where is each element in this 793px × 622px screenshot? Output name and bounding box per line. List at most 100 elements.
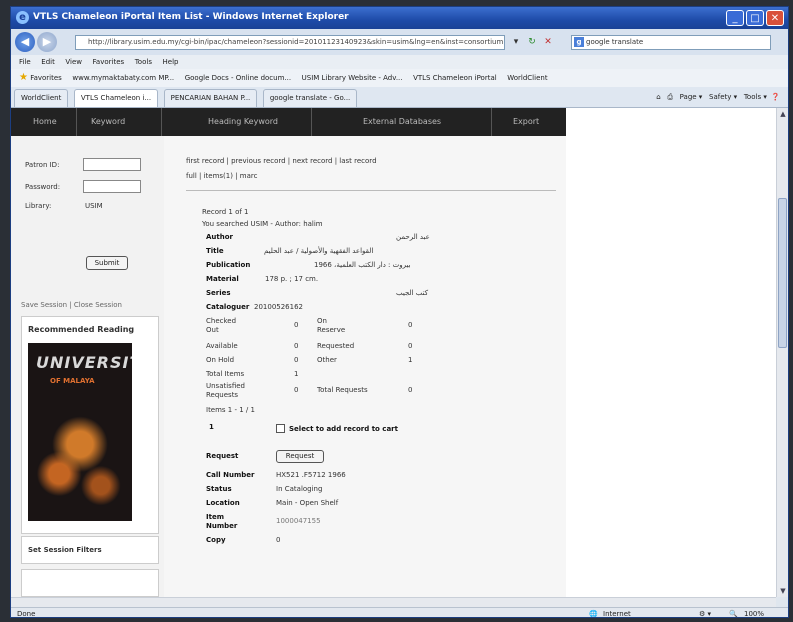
session-links[interactable]: Save Session | Close Session (21, 301, 122, 309)
address-toolbar: ◀ ▶ http://library.usim.edu.my/cgi-bin/i… (11, 29, 788, 56)
scroll-down-icon[interactable]: ▼ (777, 585, 788, 597)
favorites-button[interactable]: ★ Favorites (19, 69, 62, 87)
scroll-up-icon[interactable]: ▲ (777, 108, 788, 120)
protected-mode-icon[interactable]: ⚙ ▾ (699, 608, 711, 617)
password-input[interactable] (83, 180, 141, 193)
status-text: Done (17, 610, 36, 618)
title-label: Title (206, 247, 224, 255)
tab-pencarian-bahan[interactable]: PENCARIAN BAHAN P... (163, 89, 258, 107)
nav-divider (161, 108, 162, 136)
on-reserve-value: 0 (408, 321, 413, 329)
menu-file[interactable]: File (19, 55, 31, 69)
sidebar-panel (21, 569, 159, 597)
dropdown-arrow-icon[interactable]: ▾ (509, 35, 523, 49)
globe-icon: 🌐 (589, 610, 598, 618)
close-button[interactable]: ✕ (766, 10, 784, 26)
scroll-thumb[interactable] (778, 198, 787, 348)
zone-text: Internet (603, 610, 631, 618)
nav-divider (311, 108, 312, 136)
item-number-value[interactable]: 1000047155 (276, 517, 321, 525)
tab-worldclient[interactable]: WorldClient (14, 89, 69, 107)
favorite-link-worldclient[interactable]: WorldClient (507, 69, 547, 87)
unsatisfied-requests-label: Unsatisfied Requests (206, 382, 245, 399)
record-view-links[interactable]: full | items(1) | marc (186, 172, 257, 180)
window-title: VTLS Chameleon iPortal Item List - Windo… (33, 12, 349, 22)
copy-value: 0 (276, 536, 281, 544)
menu-view[interactable]: View (65, 55, 82, 69)
maximize-button[interactable]: □ (746, 10, 764, 26)
total-requests-value: 0 (408, 386, 413, 394)
favorite-link-google-docs[interactable]: Google Docs - Online docum... (185, 69, 291, 87)
menu-favorites[interactable]: Favorites (93, 55, 125, 69)
address-input[interactable]: http://library.usim.edu.my/cgi-bin/ipac/… (75, 35, 505, 50)
search-input[interactable]: g google translate (571, 35, 771, 50)
checked-out-label: Checked Out (206, 317, 237, 334)
forward-arrow-icon[interactable]: ▶ (37, 32, 57, 52)
request-button[interactable]: Request (276, 450, 324, 463)
print-icon[interactable]: ⎙ (667, 93, 673, 101)
call-number-label: Call Number (206, 471, 255, 479)
nav-home[interactable]: Home (33, 117, 57, 126)
tab-google-translate[interactable]: google translate - Go... (262, 89, 358, 107)
password-label: Password: (25, 183, 61, 191)
nav-external-databases[interactable]: External Databases (363, 117, 441, 126)
record-panel: first record | previous record | next re… (164, 136, 566, 597)
requested-label: Requested (317, 342, 355, 350)
page-content: Home Keyword Heading Keyword External Da… (11, 108, 776, 597)
status-bar: Done 🌐 Internet ⚙ ▾ 🔍 100% (11, 607, 788, 618)
book-cover-art (28, 403, 132, 521)
back-arrow-icon[interactable]: ◀ (15, 32, 35, 52)
copy-label: Copy (206, 536, 226, 544)
nav-divider (76, 108, 77, 136)
title-value: القواعد الفقهية والأصولية / عبد الحليم (264, 247, 374, 255)
refresh-icon[interactable]: ↻ (525, 35, 539, 49)
vertical-scrollbar[interactable]: ▲ ▼ (776, 108, 788, 597)
site-nav: Home Keyword Heading Keyword External Da… (11, 108, 566, 136)
browser-window: e VTLS Chameleon iPortal Item List - Win… (10, 6, 789, 618)
minimize-button[interactable]: _ (726, 10, 744, 26)
favorites-bar: ★ Favorites www.mymaktabaty.com MP... Go… (11, 69, 788, 88)
publication-label: Publication (206, 261, 251, 269)
favorite-link-mymaktabaty[interactable]: www.mymaktabaty.com MP... (72, 69, 174, 87)
other-value: 1 (408, 356, 413, 364)
nav-export[interactable]: Export (513, 117, 539, 126)
session-filters-title[interactable]: Set Session Filters (28, 546, 102, 554)
menu-help[interactable]: Help (163, 55, 179, 69)
help-icon[interactable]: ❓ (771, 93, 780, 101)
nav-divider (491, 108, 492, 136)
library-value: USIM (85, 202, 103, 210)
menu-tools[interactable]: Tools (135, 55, 152, 69)
nav-heading-keyword[interactable]: Heading Keyword (208, 117, 278, 126)
favorite-link-usim-library[interactable]: USIM Library Website - Adv... (302, 69, 403, 87)
zoom-icon[interactable]: 🔍 (729, 608, 738, 617)
menu-bar: File Edit View Favorites Tools Help (11, 55, 788, 69)
book-cover-image[interactable]: UNIVERSITY OF MALAYA (28, 343, 132, 521)
google-icon: g (574, 37, 584, 47)
patron-id-input[interactable] (83, 158, 141, 171)
tab-vtls-chameleon[interactable]: VTLS Chameleon i... (73, 89, 159, 107)
nav-keyword[interactable]: Keyword (91, 117, 125, 126)
select-record-label: Select to add record to cart (289, 425, 398, 433)
tools-menu[interactable]: Tools ▾ (744, 93, 767, 101)
home-icon[interactable]: ⌂ (656, 93, 660, 101)
call-number-value: HX521 .F5712 1966 (276, 471, 346, 479)
material-label: Material (206, 275, 239, 283)
total-items-value: 1 (294, 370, 299, 378)
total-items-label: Total Items (206, 370, 245, 378)
author-value[interactable]: عبد الرحمن (396, 233, 430, 241)
record-navigation-links[interactable]: first record | previous record | next re… (186, 157, 377, 165)
session-filters-panel: Set Session Filters (21, 536, 159, 564)
divider (186, 190, 556, 191)
safety-menu[interactable]: Safety ▾ (709, 93, 737, 101)
submit-button[interactable]: Submit (86, 256, 128, 270)
select-record-checkbox[interactable] (276, 424, 285, 433)
library-label: Library: (25, 202, 52, 210)
stop-icon[interactable]: ✕ (541, 35, 555, 49)
page-menu[interactable]: Page ▾ (680, 93, 703, 101)
series-value[interactable]: كتب الجيب (396, 289, 428, 297)
unsatisfied-requests-value: 0 (294, 386, 299, 394)
favorite-link-vtls[interactable]: VTLS Chameleon iPortal (413, 69, 497, 87)
menu-edit[interactable]: Edit (41, 55, 55, 69)
zoom-level[interactable]: 100% (744, 608, 764, 617)
star-icon: ★ (19, 72, 28, 83)
